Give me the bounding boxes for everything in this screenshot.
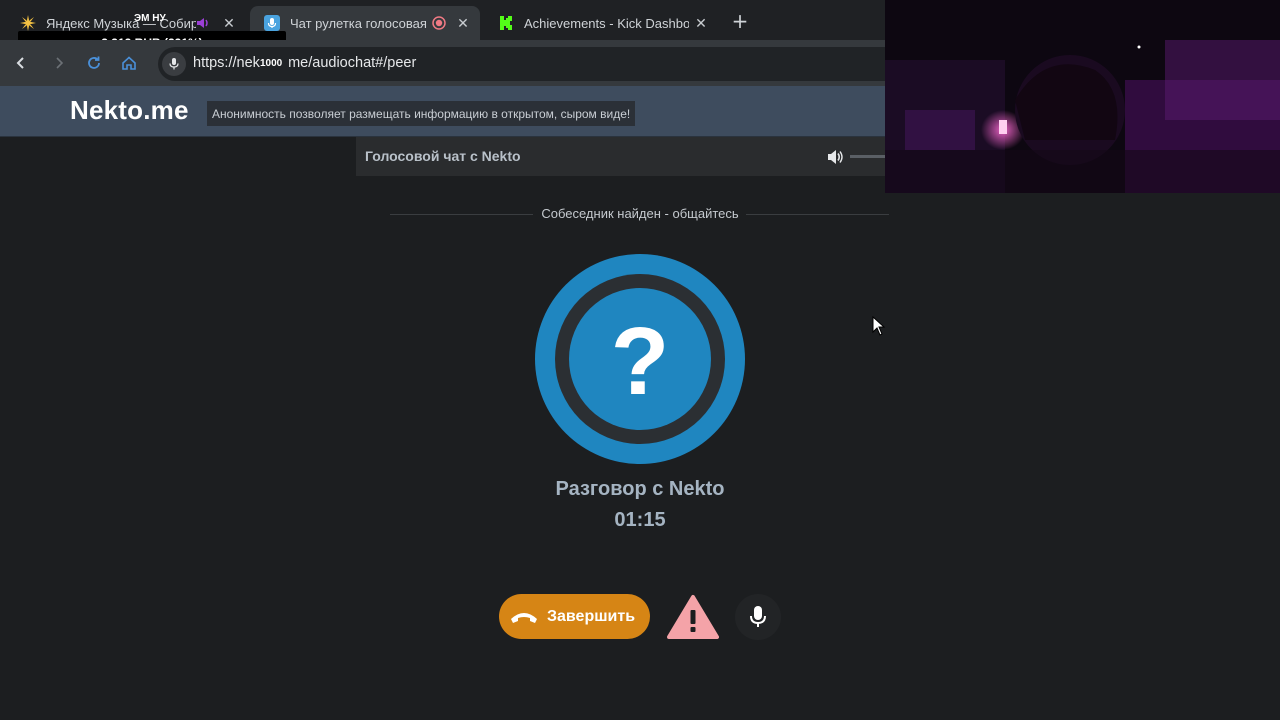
screen: Яндекс Музыка — Собирай ✕ Чат рулетка го… xyxy=(0,0,1280,720)
volume-slider[interactable] xyxy=(850,155,885,158)
unknown-peer-icon: ? xyxy=(611,308,670,415)
webcam-feed-image xyxy=(885,0,1280,193)
site-permissions-mic-icon[interactable] xyxy=(162,52,186,76)
close-tab-icon[interactable]: ✕ xyxy=(692,14,710,32)
site-logo[interactable]: Nekto.me xyxy=(70,95,189,126)
forward-icon[interactable] xyxy=(48,52,70,74)
audio-playing-icon[interactable] xyxy=(196,16,210,30)
yandex-music-icon xyxy=(20,15,36,31)
site-slogan: Анонимность позволяет размещать информац… xyxy=(207,101,636,126)
end-call-button[interactable]: Завершить xyxy=(499,594,650,639)
tab-title: Чат рулетка голосовая — xyxy=(290,15,430,31)
home-icon[interactable] xyxy=(118,52,140,74)
url-overlay-label: 1000 xyxy=(260,58,283,69)
end-call-label: Завершить xyxy=(547,607,636,625)
site-header: Nekto.me Анонимность позволяет размещать… xyxy=(0,86,885,137)
close-tab-icon[interactable]: ✕ xyxy=(454,14,472,32)
chat-header-bar: Голосовой чат с Nekto xyxy=(356,137,885,176)
close-tab-icon[interactable]: ✕ xyxy=(220,14,238,32)
chat-header-title: Голосовой чат с Nekto xyxy=(365,148,521,164)
microphone-toggle-button[interactable] xyxy=(735,594,781,640)
call-timer: 01:15 xyxy=(614,509,666,531)
conversation-title: Разговор с Nekto xyxy=(555,478,725,500)
recording-icon xyxy=(432,16,446,30)
volume-icon[interactable] xyxy=(826,148,844,166)
mic-tab-icon xyxy=(264,15,280,31)
report-button[interactable] xyxy=(667,594,719,640)
url-text[interactable]: https://nek me/audiochat#/peer xyxy=(193,55,416,71)
kick-icon xyxy=(498,15,514,31)
warning-icon xyxy=(667,595,719,639)
mouse-cursor-icon xyxy=(872,316,886,336)
tab-title: Яндекс Музыка — Собирай xyxy=(46,15,196,31)
webcam-overlay xyxy=(885,0,1280,193)
connection-status: Собеседник найден - общайтесь xyxy=(541,206,739,221)
stream-overlay-label: ЭМ НУ xyxy=(134,13,166,24)
address-bar[interactable]: https://nek me/audiochat#/peer 1000 xyxy=(158,47,885,81)
back-icon[interactable] xyxy=(10,52,32,74)
tab-title: Achievements - Kick Dashboard xyxy=(524,15,689,31)
reload-icon[interactable] xyxy=(83,52,105,74)
browser-toolbar: https://nek me/audiochat#/peer 1000 xyxy=(0,40,885,86)
tab-kick-dashboard[interactable]: Achievements - Kick Dashboard ✕ xyxy=(484,6,718,40)
hang-up-phone-icon xyxy=(509,607,539,627)
new-tab-button[interactable]: + xyxy=(728,9,752,33)
microphone-icon xyxy=(750,606,766,627)
peer-avatar: ? xyxy=(535,254,745,464)
